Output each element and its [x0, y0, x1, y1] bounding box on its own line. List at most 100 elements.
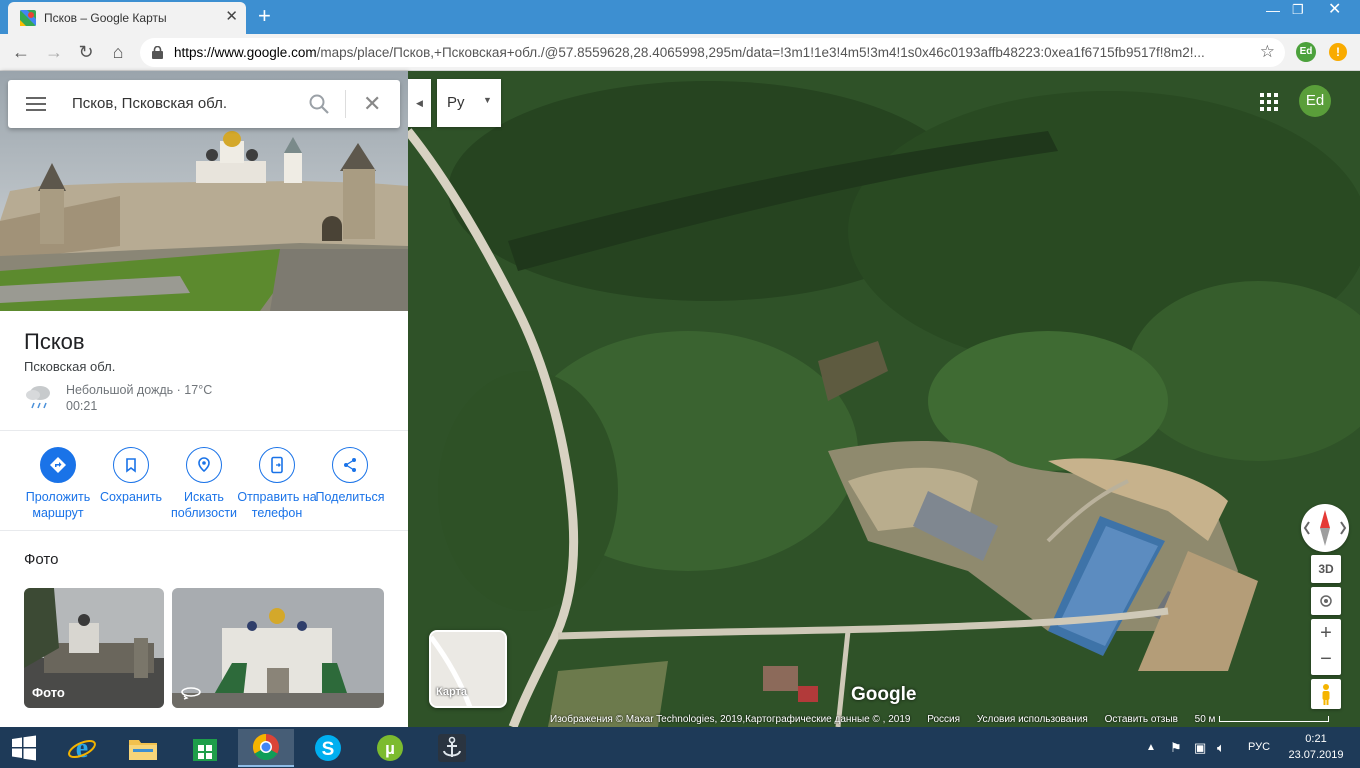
region-link[interactable]: Россия	[927, 714, 960, 725]
menu-icon[interactable]	[26, 97, 46, 111]
search-input[interactable]: Псков, Псковская обл.	[72, 95, 227, 112]
location-target-icon	[1320, 595, 1332, 607]
chevron-down-icon: ▼	[483, 95, 492, 105]
forward-icon[interactable]: →	[43, 41, 65, 63]
utorrent-button[interactable]: µ	[362, 729, 418, 767]
photo-label: Фото	[32, 685, 65, 700]
collapse-panel-button[interactable]: ◀	[408, 79, 431, 127]
bookmark-star-icon[interactable]: ☆	[1260, 42, 1275, 62]
clock-time: 0:21	[1305, 733, 1327, 745]
map-footer: Изображения © Maxar Technologies, 2019,К…	[550, 714, 1360, 727]
skype-button[interactable]: S	[300, 729, 356, 767]
imagery-attribution: Изображения © Maxar Technologies, 2019,К…	[550, 714, 911, 725]
skype-icon: S	[315, 735, 341, 761]
map-type-label: Карта	[436, 686, 468, 698]
security-flag-icon[interactable]: ⚑	[1170, 727, 1182, 768]
bookmark-icon	[126, 458, 136, 473]
file-explorer-button[interactable]	[115, 729, 171, 767]
lock-icon	[152, 46, 163, 59]
internet-explorer-button[interactable]: e	[54, 729, 110, 767]
system-clock[interactable]: 0:21 23.07.2019	[1286, 731, 1346, 763]
internet-explorer-icon: e	[68, 733, 96, 763]
tilt-3d-button[interactable]: 3D	[1311, 555, 1341, 583]
save-label: Сохранить	[99, 490, 163, 504]
url-host: https://www.google.com	[174, 45, 317, 60]
zoom-in-button[interactable]: +	[1311, 619, 1341, 647]
search-box[interactable]: Псков, Псковская обл. ✕	[8, 80, 400, 128]
phone-icon	[271, 456, 283, 474]
utorrent-icon: µ	[377, 735, 403, 761]
restore-icon[interactable]: ❐	[1292, 2, 1304, 18]
place-title: Псков	[24, 329, 85, 354]
window-close-icon[interactable]: ✕	[1328, 2, 1341, 18]
map-type-toggle[interactable]: Карта	[429, 630, 507, 708]
home-icon[interactable]: ⌂	[107, 41, 129, 63]
windows-logo-icon	[12, 735, 36, 761]
url-text: https://www.google.com/maps/place/Псков,…	[174, 45, 1244, 60]
photo-thumbnail[interactable]: Фото	[24, 588, 164, 708]
browser-titlebar: Псков – Google Карты ✕ + — ❐ ✕	[0, 0, 1360, 34]
search-icon[interactable]	[308, 93, 330, 115]
terms-link[interactable]: Условия использования	[977, 714, 1088, 725]
apps-grid-icon[interactable]	[1260, 93, 1278, 111]
svg-text:e: e	[76, 733, 88, 763]
feedback-link[interactable]: Оставить отзыв	[1105, 714, 1178, 725]
satellite-map[interactable]: ◀ Ру ▼ Ed 3D + − Карта Google Изображени…	[408, 71, 1360, 727]
back-icon[interactable]: ←	[10, 41, 32, 63]
address-bar[interactable]: https://www.google.com/maps/place/Псков,…	[140, 38, 1285, 67]
share-button[interactable]: Поделиться	[310, 447, 390, 505]
photo-360-thumbnail[interactable]	[172, 588, 384, 708]
photo-360-image	[172, 588, 384, 708]
store-icon	[193, 739, 217, 761]
new-tab-icon[interactable]: +	[258, 5, 271, 27]
directions-label: Проложить маршрут	[25, 490, 91, 520]
reload-icon[interactable]: ↻	[75, 41, 97, 63]
windows-taskbar: e S µ ▲ ⚑ ▣ 🔈︎ РУС 0:21 23.07.2019	[0, 727, 1360, 768]
start-button[interactable]	[0, 729, 48, 767]
clear-search-icon[interactable]: ✕	[363, 91, 381, 117]
pegman-icon	[1322, 684, 1330, 705]
store-button[interactable]	[177, 729, 233, 767]
rain-cloud-icon	[26, 386, 50, 409]
street-view-pegman[interactable]	[1311, 679, 1341, 709]
language-selector[interactable]: Ру ▼	[437, 79, 501, 127]
network-icon[interactable]: ▣	[1194, 727, 1206, 768]
compass-icon	[1303, 510, 1347, 546]
update-warning-icon[interactable]: !	[1329, 43, 1347, 61]
tab-title: Псков – Google Карты	[44, 11, 167, 25]
volume-icon[interactable]: 🔈︎	[1217, 727, 1225, 768]
nearby-button[interactable]: Искать поблизости	[164, 447, 244, 521]
world-of-warships-button[interactable]	[424, 729, 480, 767]
tab-close-icon[interactable]: ✕	[225, 9, 238, 25]
language-label: Ру	[447, 94, 465, 111]
chrome-taskbar-button[interactable]	[238, 729, 294, 767]
input-language-indicator[interactable]: РУС	[1248, 727, 1270, 768]
svg-text:µ: µ	[385, 739, 395, 758]
zoom-control: + −	[1311, 619, 1341, 675]
tray-overflow-icon[interactable]: ▲	[1146, 727, 1156, 768]
scale-label[interactable]: 50 м	[1195, 714, 1216, 725]
divider	[0, 430, 408, 431]
browser-tab[interactable]: Псков – Google Карты ✕	[8, 2, 246, 34]
account-avatar[interactable]: Ed	[1299, 85, 1331, 117]
share-icon	[344, 458, 356, 472]
nearby-pin-icon	[198, 457, 210, 473]
my-location-button[interactable]	[1311, 587, 1341, 615]
send-to-phone-button[interactable]: Отправить на телефон	[237, 447, 317, 521]
folder-icon	[129, 740, 157, 760]
directions-button[interactable]: Проложить маршрут	[18, 447, 98, 521]
browser-toolbar: ← → ↻ ⌂ https://www.google.com/maps/plac…	[0, 34, 1360, 71]
url-path: /maps/place/Псков,+Псковская+обл./@57.85…	[316, 45, 1205, 60]
compass-control[interactable]	[1301, 504, 1349, 552]
panorama-360-icon	[181, 687, 201, 700]
clock-date: 23.07.2019	[1288, 749, 1344, 761]
scale-bar	[1219, 716, 1330, 723]
minimize-icon[interactable]: —	[1266, 2, 1280, 18]
weather-text: Небольшой дождь · 17°C	[66, 383, 213, 397]
save-button[interactable]: Сохранить	[91, 447, 171, 505]
satellite-imagery	[408, 71, 1360, 727]
svg-text:S: S	[322, 739, 335, 760]
profile-icon[interactable]: Ed	[1296, 42, 1316, 62]
zoom-out-button[interactable]: −	[1311, 647, 1341, 675]
send-to-phone-label: Отправить на телефон	[237, 490, 317, 520]
